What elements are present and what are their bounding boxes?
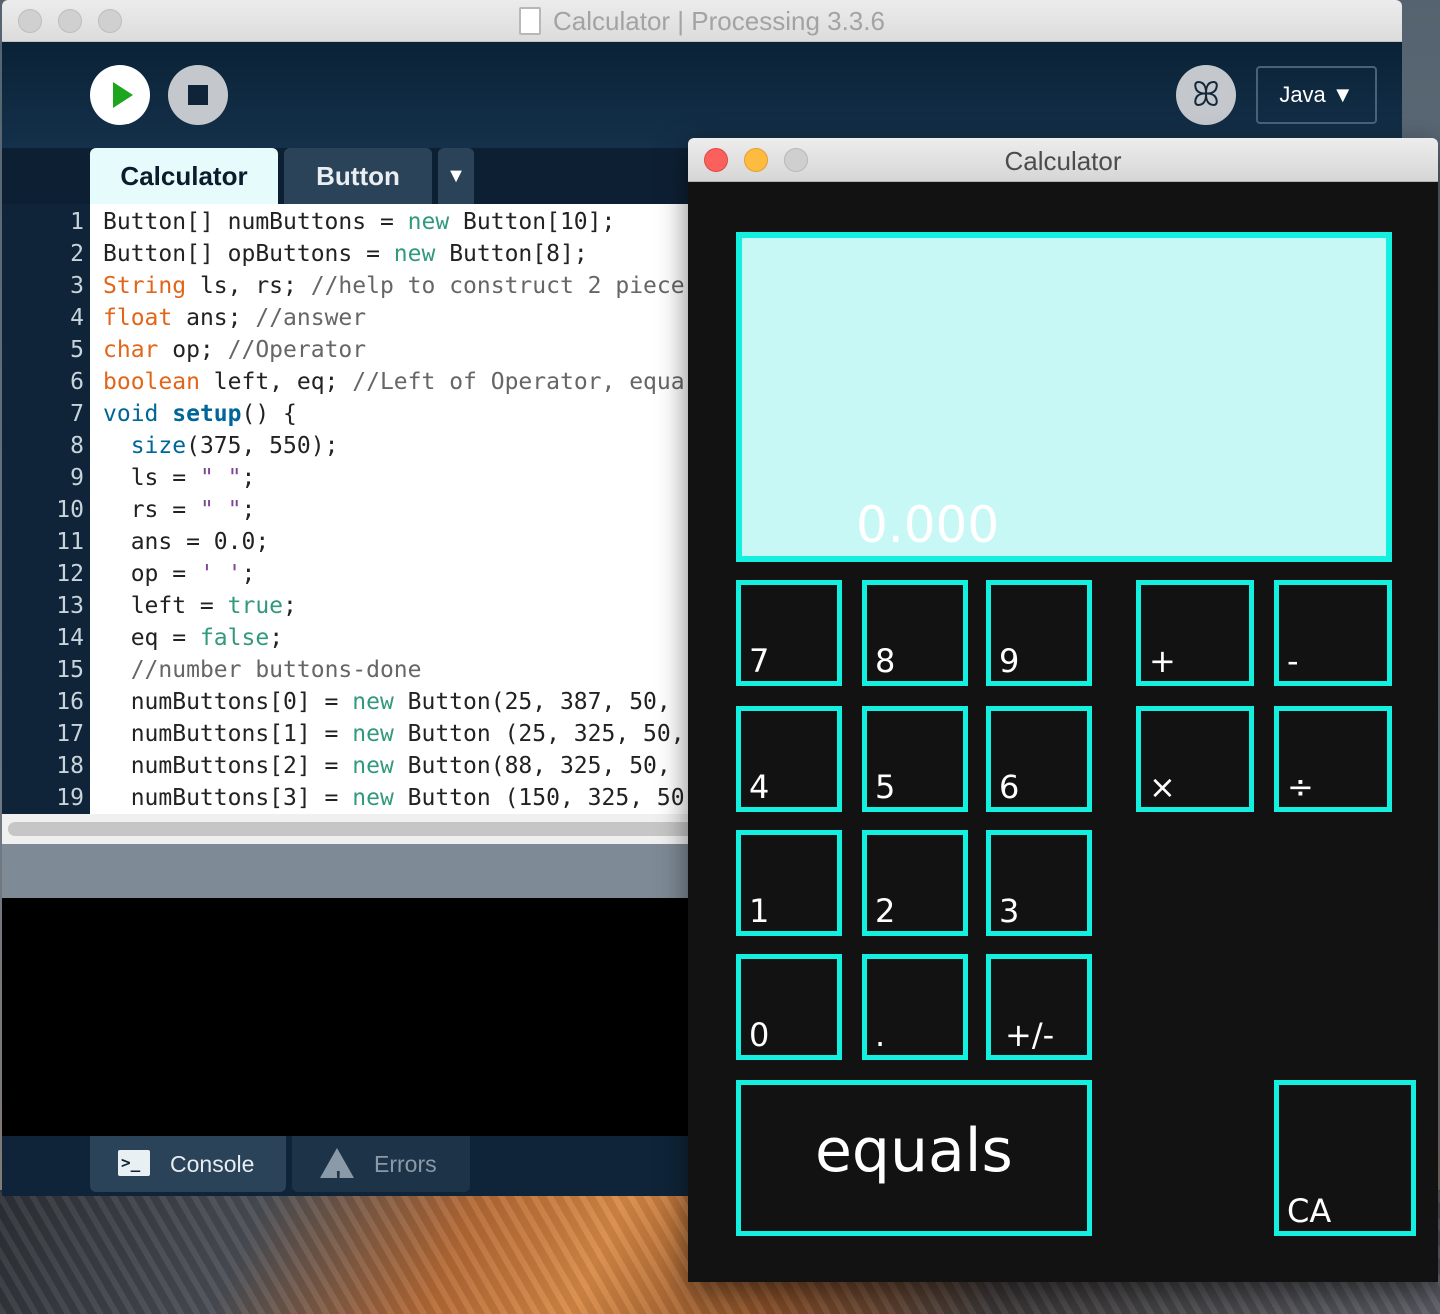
key-5[interactable]: 5 (862, 706, 968, 812)
tab-calculator[interactable]: Calculator (90, 148, 278, 204)
key-decimal-point[interactable]: . (862, 954, 968, 1060)
line-number: 1 (70, 209, 84, 235)
display-value: 0.000 (856, 496, 1000, 554)
ide-titlebar[interactable]: Calculator | Processing 3.3.6 (2, 0, 1402, 42)
line-number: 15 (56, 657, 84, 683)
errors-tab[interactable]: ! Errors (292, 1136, 470, 1192)
line-number: 4 (70, 305, 84, 331)
stop-button[interactable] (168, 65, 228, 125)
key-minus[interactable]: - (1274, 580, 1392, 686)
console-tab[interactable]: >_ Console (90, 1136, 286, 1192)
calculator-sketch-window: Calculator 0.000 7 8 9 + - 4 5 6 × ÷ 1 2… (688, 138, 1438, 1282)
key-6[interactable]: 6 (986, 706, 1092, 812)
key-7[interactable]: 7 (736, 580, 842, 686)
line-number: 5 (70, 337, 84, 363)
line-number: 8 (70, 433, 84, 459)
line-number: 2 (70, 241, 84, 267)
errors-tab-label: Errors (374, 1151, 437, 1177)
line-number: 17 (56, 721, 84, 747)
calculator-titlebar[interactable]: Calculator (688, 138, 1438, 182)
line-number: 14 (56, 625, 84, 651)
key-plus[interactable]: + (1136, 580, 1254, 686)
ide-toolbar: ꕤ Java ▼ (2, 42, 1402, 148)
key-divide[interactable]: ÷ (1274, 706, 1392, 812)
key-8[interactable]: 8 (862, 580, 968, 686)
mode-selector[interactable]: Java ▼ (1256, 66, 1377, 124)
line-number: 3 (70, 273, 84, 299)
tab-menu-button[interactable]: ▼ (438, 148, 474, 204)
line-number: 16 (56, 689, 84, 715)
line-number: 12 (56, 561, 84, 587)
key-equals[interactable]: equals (736, 1080, 1092, 1236)
line-number: 18 (56, 753, 84, 779)
line-number: 13 (56, 593, 84, 619)
line-number: 10 (56, 497, 84, 523)
line-number: 19 (56, 785, 84, 811)
tab-button[interactable]: Button (284, 148, 432, 204)
key-3[interactable]: 3 (986, 830, 1092, 936)
key-4[interactable]: 4 (736, 706, 842, 812)
key-negate[interactable]: +/- (986, 954, 1092, 1060)
debugger-button[interactable]: ꕤ (1176, 65, 1236, 125)
run-button[interactable] (90, 65, 150, 125)
key-9[interactable]: 9 (986, 580, 1092, 686)
window-title: Calculator | Processing 3.3.6 (2, 6, 1402, 37)
key-0[interactable]: 0 (736, 954, 842, 1060)
key-clear-all[interactable]: CA (1274, 1080, 1416, 1236)
calculator-window-title: Calculator (1004, 146, 1122, 176)
warning-mark: ! (335, 1168, 342, 1190)
document-icon (519, 7, 542, 35)
key-times[interactable]: × (1136, 706, 1254, 812)
console-tab-label: Console (170, 1151, 255, 1177)
window-title-text: Calculator | Processing 3.3.6 (553, 6, 885, 36)
line-number: 11 (56, 529, 84, 555)
console-icon: >_ (118, 1150, 150, 1176)
line-number: 6 (70, 369, 84, 395)
key-1[interactable]: 1 (736, 830, 842, 936)
butterfly-icon: ꕤ (1191, 75, 1221, 115)
key-2[interactable]: 2 (862, 830, 968, 936)
line-number: 9 (70, 465, 84, 491)
scrollbar-thumb[interactable] (8, 822, 708, 836)
line-number: 7 (70, 401, 84, 427)
calculator-display: 0.000 (736, 232, 1392, 562)
